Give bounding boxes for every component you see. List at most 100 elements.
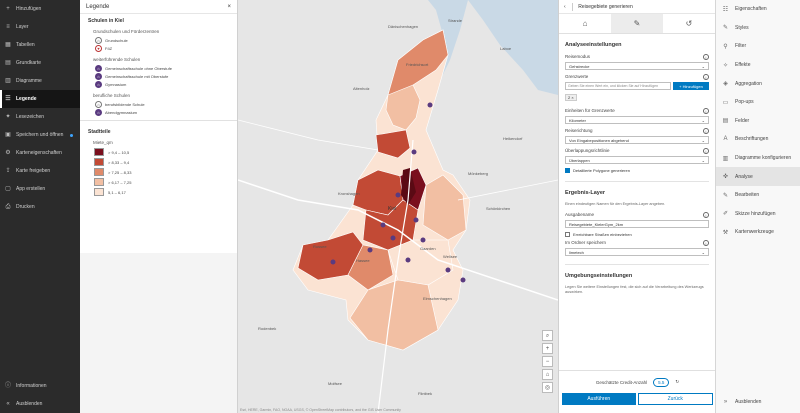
search-icon[interactable]: ⌕ — [542, 330, 553, 341]
nav-item-collapse[interactable]: «Ausblenden — [0, 395, 80, 413]
left-navigation: + Hinzufügen ≡ Layer ▦ Tabellen ▤ Grundkarte ▥ Di… — [0, 0, 80, 413]
info-icon[interactable]: i — [703, 54, 709, 60]
units-select[interactable]: Kilometer ⌄ — [565, 116, 709, 124]
tool-chart-config[interactable]: ▥ Diagramme konfigurieren — [716, 149, 800, 168]
section-description: Einen eindeutigen Namen für den Ergebnis… — [565, 202, 666, 206]
zoom-in-button[interactable]: + — [542, 343, 553, 354]
travel-mode-select[interactable]: Gehstrecke ⌄ — [565, 62, 709, 70]
tool-fields[interactable]: ▤ Felder — [716, 112, 800, 131]
divider — [565, 181, 709, 182]
svg-text:Friedrichsort: Friedrichsort — [406, 62, 429, 67]
svg-text:Kronshagen: Kronshagen — [338, 191, 360, 196]
nav-item-print[interactable]: ⎙ Drucken — [0, 198, 80, 216]
output-name-input[interactable]: Reisegebiete_KielerGym_2km — [565, 220, 709, 228]
legend-item: ⌂ Grundschule — [95, 36, 229, 44]
credits-value: 5.5 — [653, 377, 670, 387]
overlap-select[interactable]: Überlappen ⌄ — [565, 156, 709, 164]
cutoff-input[interactable]: Geben Sie einen Wert ein, und klicken Si… — [565, 82, 671, 90]
collapse-button[interactable]: » Ausblenden — [716, 392, 800, 411]
nav-item-plus[interactable]: + Hinzufügen — [0, 0, 80, 18]
tool-edit[interactable]: ✎ Bearbeiten — [716, 186, 800, 205]
map-attribution: Esri, HERE, Garmin, FAO, NOAA, USGS, © O… — [240, 408, 401, 412]
info-icon[interactable]: i — [703, 128, 709, 134]
tab-history[interactable]: ↺ — [663, 14, 715, 33]
include-streets-option[interactable]: Erreichbare Straßen einbeziehen — [565, 232, 709, 237]
info-icon[interactable]: i — [703, 108, 709, 114]
info-icon[interactable]: i — [703, 240, 709, 246]
section-title: Analyseeinstellungen — [565, 42, 622, 48]
edit-icon: ✎ — [722, 192, 729, 199]
collapse-icon: « — [6, 401, 10, 407]
value-chip[interactable]: 2 × — [565, 94, 577, 101]
filter-icon: ⚲ — [723, 43, 728, 50]
nav-item-layers[interactable]: ≡ Layer — [0, 18, 80, 36]
back-chevron-icon[interactable]: ‹ — [564, 4, 566, 10]
tool-aggregation[interactable]: ◈ Aggregation — [716, 74, 800, 93]
popup-icon: ▭ — [722, 99, 729, 106]
svg-text:Mönkeberg: Mönkeberg — [468, 171, 488, 176]
field-label: Überlappungsrichtlinie i — [565, 148, 709, 154]
tool-styles[interactable]: ✎ Styles — [716, 19, 800, 38]
nav-item-info[interactable]: ⓘ Informationen — [0, 377, 80, 395]
run-button[interactable]: Ausführen — [562, 393, 636, 405]
color-swatch — [94, 158, 104, 166]
legend-title: Legende — [86, 3, 110, 10]
info-icon[interactable]: i — [703, 148, 709, 154]
road — [457, 179, 558, 201]
tab-tools[interactable]: ✎ — [611, 14, 663, 33]
detailed-polygons-option[interactable]: Detaillierte Polygone generieren — [565, 168, 709, 173]
map-canvas: Dänischenhagen Altenholz Friedrichsort S… — [238, 0, 558, 413]
field-label: Reisemodus i — [565, 54, 709, 60]
tool-popup[interactable]: ▭ Pop-ups — [716, 93, 800, 112]
legend-field-name: Miete_qm — [93, 140, 113, 145]
checkbox[interactable] — [565, 168, 570, 173]
svg-text:Flintbek: Flintbek — [418, 391, 432, 396]
chevron-down-icon: ⌄ — [701, 157, 705, 163]
svg-text:Elmschenhagen: Elmschenhagen — [423, 296, 452, 301]
history-icon: ↺ — [685, 19, 693, 28]
svg-text:Laboe: Laboe — [500, 46, 512, 51]
map-view[interactable]: Dänischenhagen Altenholz Friedrichsort S… — [238, 0, 558, 413]
tool-effects[interactable]: ✧ Effekte — [716, 56, 800, 75]
nav-item-table[interactable]: ▦ Tabellen — [0, 36, 80, 54]
info-icon[interactable]: i — [703, 74, 709, 80]
divider — [571, 2, 573, 11]
nav-item-share[interactable]: ⇪ Karte freigeben — [0, 162, 80, 180]
checkbox[interactable] — [565, 232, 570, 237]
info-icon[interactable]: i — [703, 212, 709, 218]
tool-properties[interactable]: ☷ Eigenschaften — [716, 0, 800, 19]
add-button[interactable]: + Hinzufügen — [673, 82, 709, 90]
nav-item-bookmark[interactable]: ✦ Lesezeichen — [0, 108, 80, 126]
svg-text:Dänischenhagen: Dänischenhagen — [388, 24, 418, 29]
refresh-icon[interactable]: ↻ — [675, 379, 679, 385]
direction-select[interactable]: Von Eingabepositionen abgehend ⌄ — [565, 136, 709, 144]
nav-item-map-properties[interactable]: ⚙ Karteneigenschaften — [0, 144, 80, 162]
tool-labels[interactable]: A Beschriftungen — [716, 130, 800, 149]
tool-map-tools[interactable]: ⚒ Kartenwerkzeuge — [716, 223, 800, 242]
close-icon[interactable]: × — [227, 4, 231, 10]
legend-icon: ☰ — [5, 96, 11, 102]
analysis-icon: ✜ — [722, 174, 729, 181]
tool-analysis[interactable]: ✜ Analyse — [716, 167, 800, 186]
zoom-out-button[interactable]: − — [542, 356, 553, 367]
svg-text:Schönkirchen: Schönkirchen — [486, 206, 510, 211]
legend-class-item: > 9,4 – 10,5 — [94, 147, 229, 157]
chart-config-icon: ▥ — [722, 155, 729, 162]
credit-estimate: Geschätzte Credit-Anzahl 5.5 ↻ — [559, 371, 716, 393]
nav-item-app[interactable]: ▢ App erstellen — [0, 180, 80, 198]
tab-overview[interactable]: ⌂ — [559, 14, 611, 33]
home-icon[interactable]: ⌂ — [542, 369, 553, 380]
nav-item-basemap[interactable]: ▤ Grundkarte — [0, 54, 80, 72]
tool-filter[interactable]: ⚲ Filter — [716, 37, 800, 56]
legend-panel: Legende × Schulen in Kiel Grundschulen u… — [80, 0, 238, 413]
nav-item-save[interactable]: ▣ Speichern und öffnen — [0, 126, 80, 144]
back-button[interactable]: Zurück — [637, 393, 713, 405]
nav-item-legend[interactable]: ☰ Legende — [0, 90, 80, 108]
legend-item: ⌂ Gymnasium — [95, 80, 229, 88]
tool-sketch[interactable]: ✐ Skizze hinzufügen — [716, 205, 800, 224]
plus-icon: + — [6, 6, 10, 12]
folder-select[interactable]: limetech ⌄ — [565, 248, 709, 256]
nav-item-chart[interactable]: ▥ Diagramme — [0, 72, 80, 90]
locate-icon[interactable]: ◎ — [542, 382, 553, 393]
section-title[interactable]: Umgebungseinstellungen — [565, 273, 709, 279]
